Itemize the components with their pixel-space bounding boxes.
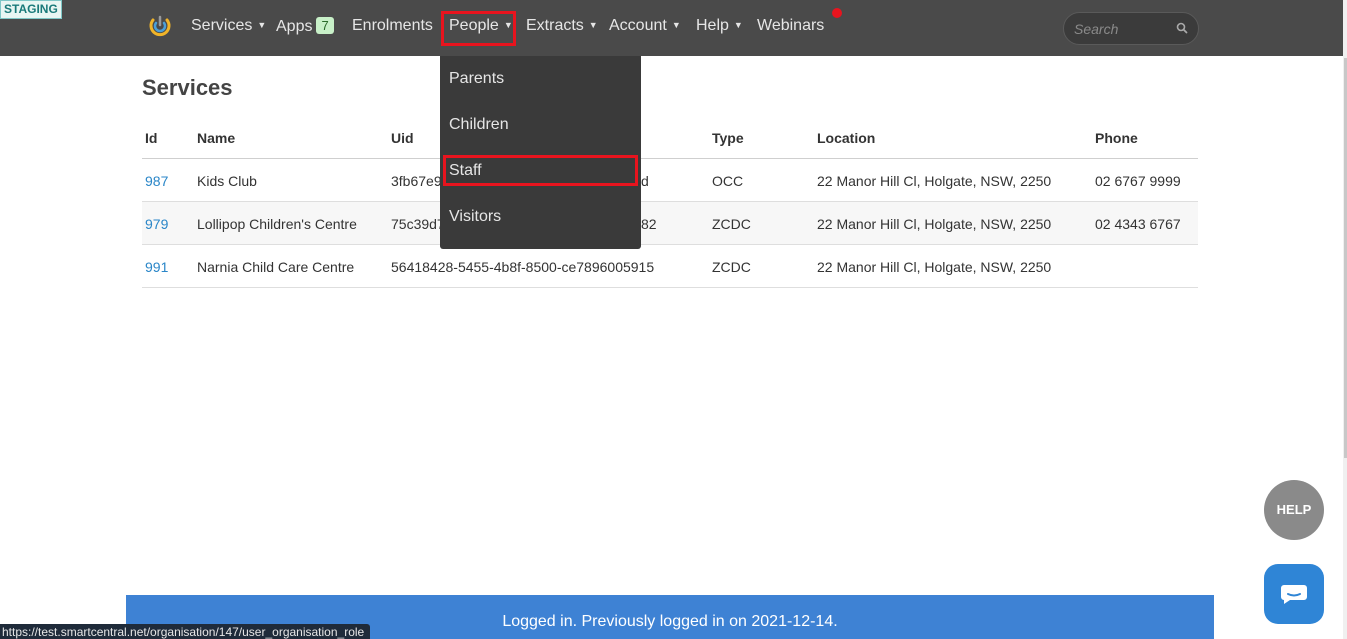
menu-item-children[interactable]: Children [449, 116, 509, 134]
service-location: 22 Manor Hill Cl, Holgate, NSW, 2250 [817, 216, 1052, 232]
table-header-row: Id Name Uid Type Location Phone [142, 118, 1198, 159]
column-header-uid[interactable]: Uid [391, 130, 414, 146]
search-box[interactable] [1063, 12, 1199, 45]
nav-extracts-label: Extracts [526, 17, 584, 34]
nav-account[interactable]: Account ▼ [609, 17, 681, 37]
menu-item-parents[interactable]: Parents [449, 70, 504, 88]
nav-webinars-label: Webinars [757, 17, 825, 34]
help-button[interactable]: HELP [1264, 480, 1324, 540]
notification-dot [832, 8, 842, 18]
service-uid: 3fb67e9 [391, 173, 442, 189]
nav-enrolments[interactable]: Enrolments [352, 17, 433, 37]
brand-logo-icon[interactable] [148, 14, 172, 38]
column-header-name[interactable]: Name [197, 130, 235, 146]
service-uid-tail: d [641, 173, 649, 189]
staging-badge: STAGING [0, 0, 62, 19]
service-type: ZCDC [712, 216, 751, 232]
service-uid-tail: 82 [641, 216, 657, 232]
nav-apps[interactable]: Apps 7 [276, 17, 334, 37]
column-header-id[interactable]: Id [145, 130, 157, 146]
service-name: Kids Club [197, 173, 257, 189]
service-type: OCC [712, 173, 744, 189]
column-header-location[interactable]: Location [817, 130, 875, 146]
nav-enrolments-label: Enrolments [352, 17, 433, 34]
service-phone: 02 4343 6767 [1095, 216, 1181, 232]
table-row: 991 Narnia Child Care Centre 56418428-54… [142, 245, 1198, 288]
service-location: 22 Manor Hill Cl, Holgate, NSW, 2250 [817, 259, 1052, 275]
chevron-down-icon: ▼ [588, 20, 598, 30]
nav-account-label: Account [609, 17, 667, 34]
search-icon[interactable] [1175, 21, 1189, 35]
service-location: 22 Manor Hill Cl, Holgate, NSW, 2250 [817, 173, 1052, 189]
service-phone: 02 6767 9999 [1095, 173, 1181, 189]
services-table: Id Name Uid Type Location Phone 987 Kids… [142, 118, 1198, 288]
staff-highlight-box [443, 155, 638, 186]
service-name: Lollipop Children's Centre [197, 216, 357, 232]
people-dropdown-menu: Parents Children Staff Visitors [440, 56, 641, 249]
menu-item-visitors[interactable]: Visitors [449, 208, 501, 226]
nav-help[interactable]: Help ▼ [696, 17, 743, 37]
people-highlight-box [441, 11, 516, 46]
column-header-phone[interactable]: Phone [1095, 130, 1138, 146]
service-name: Narnia Child Care Centre [197, 259, 355, 275]
service-type: ZCDC [712, 259, 751, 275]
service-id-link[interactable]: 991 [145, 259, 168, 275]
nav-apps-label: Apps [276, 18, 313, 35]
nav-services-label: Services [191, 17, 253, 34]
service-uid: 56418428-5455-4b8f-8500-ce7896005915 [391, 259, 655, 275]
nav-webinars[interactable]: Webinars [757, 17, 824, 37]
nav-services[interactable]: Services ▼ [191, 17, 266, 37]
chevron-down-icon: ▼ [733, 20, 743, 30]
page-title: Services [142, 75, 233, 100]
service-id-link[interactable]: 987 [145, 173, 168, 189]
chevron-down-icon: ▼ [671, 20, 681, 30]
chat-button[interactable] [1264, 564, 1324, 624]
service-id-link[interactable]: 979 [145, 216, 168, 232]
apps-count-badge: 7 [316, 17, 334, 34]
search-input[interactable] [1074, 20, 1169, 38]
nav-help-label: Help [696, 17, 729, 34]
top-navbar: Services ▼ Apps 7 Enrolments People ▼ Extra… [0, 0, 1347, 56]
chat-bubble-icon [1281, 585, 1307, 604]
service-uid: 75c39d7 [391, 216, 445, 232]
column-header-type[interactable]: Type [712, 130, 744, 146]
table-row: 987 Kids Club 3fb67e9 d OCC 22 Manor Hil… [142, 159, 1198, 202]
table-row: 979 Lollipop Children's Centre 75c39d7 8… [142, 202, 1198, 245]
status-bar-url: https://test.smartcentral.net/organisati… [0, 624, 371, 639]
chevron-down-icon: ▼ [257, 20, 267, 30]
nav-extracts[interactable]: Extracts ▼ [526, 17, 598, 37]
